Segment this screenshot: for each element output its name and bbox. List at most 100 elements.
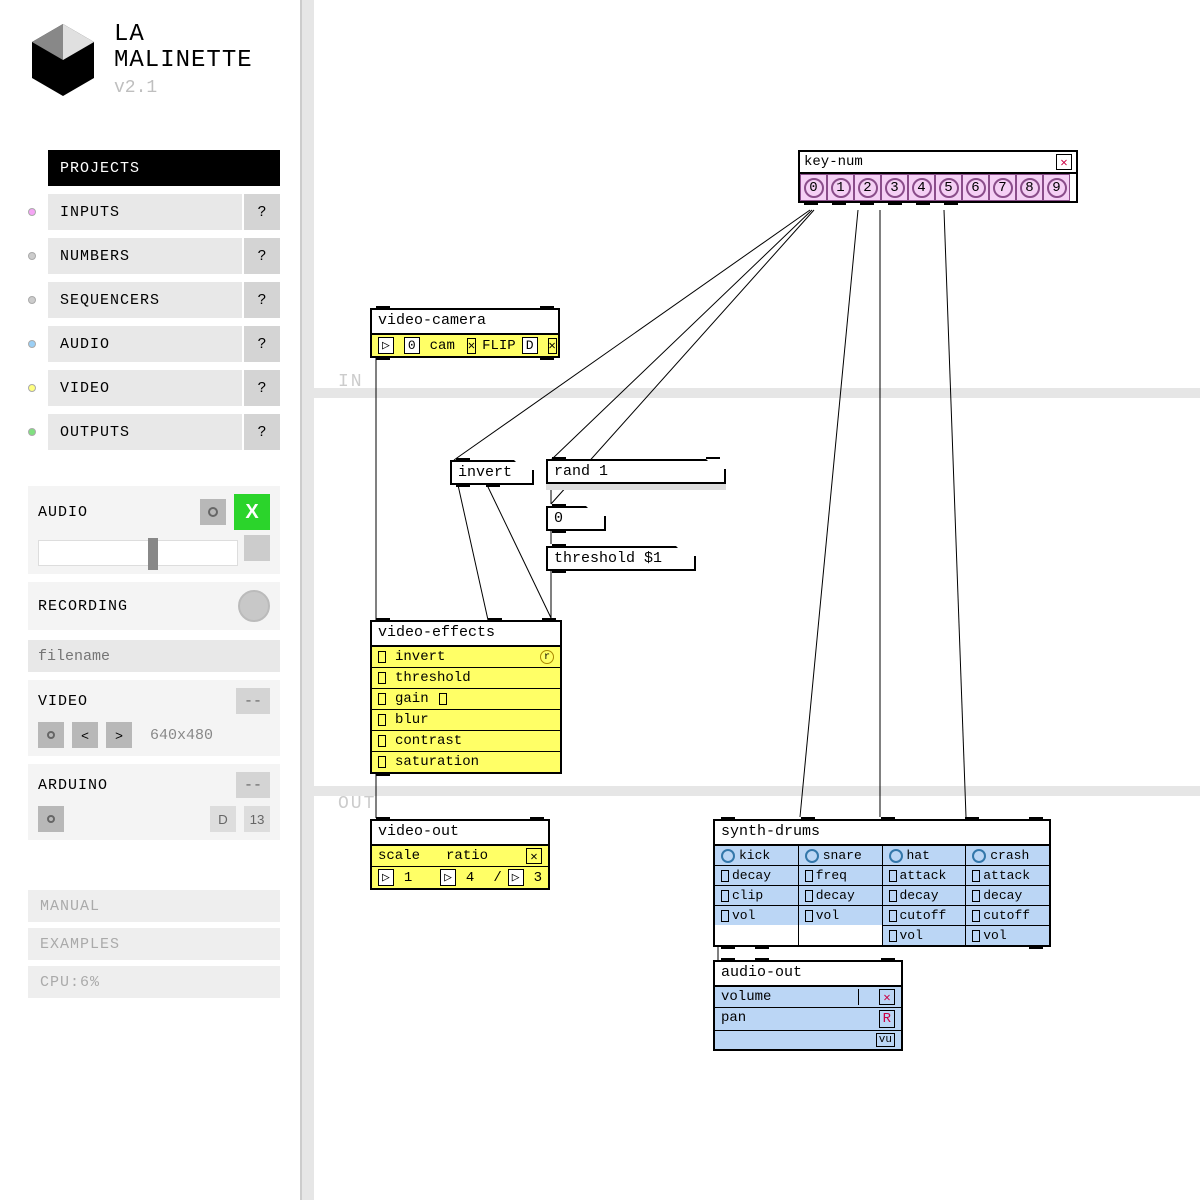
vcam-d[interactable]: D xyxy=(522,337,538,354)
drum-crash-vol[interactable]: vol xyxy=(966,925,1049,945)
arduino-d-label[interactable]: D xyxy=(210,806,236,832)
audio-out-title: audio-out xyxy=(715,962,901,986)
aout-volume: volume xyxy=(721,989,771,1005)
key-3[interactable]: 3 xyxy=(881,174,908,201)
video-out-title: video-out xyxy=(372,821,548,845)
veff-row-saturation[interactable]: saturation xyxy=(372,751,560,772)
drum-kick-vol[interactable]: vol xyxy=(715,905,798,925)
patch-canvas[interactable]: IN OUT key-num ✕ 0123456789 video-came xyxy=(314,0,1200,1200)
key-2[interactable]: 2 xyxy=(854,174,881,201)
dot-audio xyxy=(28,340,36,348)
drum-head-crash[interactable]: crash xyxy=(966,845,1049,865)
veff-row-blur[interactable]: blur xyxy=(372,709,560,730)
drum-crash-attack[interactable]: attack xyxy=(966,865,1049,885)
help-video[interactable]: ? xyxy=(244,370,280,406)
close-icon[interactable]: ✕ xyxy=(879,989,895,1005)
node-video-out[interactable]: video-out scale ratio ✕ ▷1 ▷4 / ▷3 xyxy=(370,819,550,890)
drum-crash-decay[interactable]: decay xyxy=(966,885,1049,905)
audio-panel: AUDIO X xyxy=(28,486,280,574)
veff-row-gain[interactable]: gain xyxy=(372,688,560,709)
drum-hat-decay[interactable]: decay xyxy=(883,885,966,905)
audio-close-button[interactable]: X xyxy=(234,494,270,530)
video-prev-icon[interactable]: < xyxy=(72,722,98,748)
out-band xyxy=(314,786,1200,796)
link-manual[interactable]: MANUAL xyxy=(28,890,280,922)
vcam-zero[interactable]: 0 xyxy=(404,337,420,354)
veff-row-contrast[interactable]: contrast xyxy=(372,730,560,751)
drum-snare-freq[interactable]: freq xyxy=(799,865,882,885)
menu-projects[interactable]: PROJECTS xyxy=(48,150,280,186)
dot-outputs xyxy=(28,428,36,436)
help-audio[interactable]: ? xyxy=(244,326,280,362)
drum-snare-decay[interactable]: decay xyxy=(799,885,882,905)
node-audio-out[interactable]: audio-out volume ✕ panR vu xyxy=(713,960,903,1051)
key-1[interactable]: 1 xyxy=(827,174,854,201)
arduino-connect-icon[interactable] xyxy=(38,806,64,832)
dot-sequencers xyxy=(28,296,36,304)
vout-b[interactable]: 4 xyxy=(466,870,474,886)
key-6[interactable]: 6 xyxy=(962,174,989,201)
drum-head-snare[interactable]: snare xyxy=(799,845,882,865)
node-key-num[interactable]: key-num ✕ 0123456789 xyxy=(798,150,1078,203)
drum-head-kick[interactable]: kick xyxy=(715,845,798,865)
close-icon[interactable]: ✕ xyxy=(526,848,542,864)
record-button[interactable] xyxy=(238,590,270,622)
app-version: v2.1 xyxy=(114,78,253,98)
key-0[interactable]: 0 xyxy=(800,174,827,201)
menu-inputs[interactable]: INPUTS xyxy=(48,194,242,230)
video-next-icon[interactable]: > xyxy=(106,722,132,748)
synth-drums-title: synth-drums xyxy=(715,821,1049,845)
menu-audio[interactable]: AUDIO xyxy=(48,326,242,362)
msg-zero[interactable]: 0 xyxy=(546,506,606,531)
arduino-panel: ARDUINO -- D 13 xyxy=(28,764,280,840)
drum-hat-cutoff[interactable]: cutoff xyxy=(883,905,966,925)
audio-volume-slider[interactable] xyxy=(38,540,238,566)
msg-threshold[interactable]: threshold $1 xyxy=(546,546,696,571)
video-rec-icon[interactable] xyxy=(38,722,64,748)
close-icon[interactable]: ✕ xyxy=(1056,154,1072,170)
sidebar-divider[interactable] xyxy=(300,0,314,1200)
drum-crash-cutoff[interactable]: cutoff xyxy=(966,905,1049,925)
menu-outputs[interactable]: OUTPUTS xyxy=(48,414,242,450)
aout-r[interactable]: R xyxy=(879,1010,895,1028)
aout-pan: pan xyxy=(721,1010,746,1028)
key-8[interactable]: 8 xyxy=(1016,174,1043,201)
arduino-dash[interactable]: -- xyxy=(236,772,270,798)
node-video-camera[interactable]: video-camera ▷ 0 cam ✕ FLIP D ✕ xyxy=(370,308,560,358)
x-icon[interactable]: ✕ xyxy=(467,338,476,354)
arduino-pin[interactable]: 13 xyxy=(244,806,270,832)
help-outputs[interactable]: ? xyxy=(244,414,280,450)
help-numbers[interactable]: ? xyxy=(244,238,280,274)
vout-c[interactable]: 3 xyxy=(534,870,542,886)
key-7[interactable]: 7 xyxy=(989,174,1016,201)
drum-head-hat[interactable]: hat xyxy=(883,845,966,865)
link-examples[interactable]: EXAMPLES xyxy=(28,928,280,960)
veff-row-invert[interactable]: invertr xyxy=(372,646,560,667)
drum-hat-vol[interactable]: vol xyxy=(883,925,966,945)
help-sequencers[interactable]: ? xyxy=(244,282,280,318)
node-video-effects[interactable]: video-effects invertrthresholdgainblurco… xyxy=(370,620,562,774)
video-panel: VIDEO -- < > 640x480 xyxy=(28,680,280,756)
drum-kick-decay[interactable]: decay xyxy=(715,865,798,885)
drum-hat-attack[interactable]: attack xyxy=(883,865,966,885)
menu-video[interactable]: VIDEO xyxy=(48,370,242,406)
audio-toggle-icon[interactable] xyxy=(200,499,226,525)
veff-row-threshold[interactable]: threshold xyxy=(372,667,560,688)
app-title-1: LA xyxy=(114,22,253,48)
key-5[interactable]: 5 xyxy=(935,174,962,201)
audio-mute-icon[interactable] xyxy=(244,535,270,561)
video-dash[interactable]: -- xyxy=(236,688,270,714)
key-9[interactable]: 9 xyxy=(1043,174,1070,201)
filename-input[interactable] xyxy=(28,640,280,672)
drum-snare-vol[interactable]: vol xyxy=(799,905,882,925)
key-4[interactable]: 4 xyxy=(908,174,935,201)
drum-kick-clip[interactable]: clip xyxy=(715,885,798,905)
vout-a[interactable]: 1 xyxy=(404,870,412,886)
menu-sequencers[interactable]: SEQUENCERS xyxy=(48,282,242,318)
node-synth-drums[interactable]: synth-drums kickdecayclipvolsnarefreqdec… xyxy=(713,819,1051,947)
x-icon[interactable]: ✕ xyxy=(548,338,557,354)
menu-numbers[interactable]: NUMBERS xyxy=(48,238,242,274)
msg-invert[interactable]: invert xyxy=(450,460,534,485)
msg-rand[interactable]: rand 1 xyxy=(546,459,726,484)
help-inputs[interactable]: ? xyxy=(244,194,280,230)
